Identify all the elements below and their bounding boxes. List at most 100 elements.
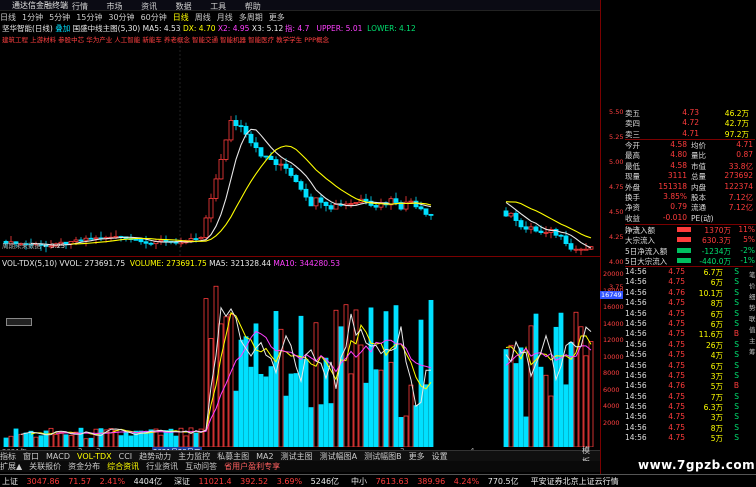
side-tab[interactable]: 细 [749, 291, 756, 302]
main-menu: 行情 市场 资讯 数据 工具 帮助 [72, 1, 277, 12]
side-tab[interactable]: 势 [749, 302, 756, 313]
quote-value: 273692 [724, 171, 753, 181]
status-index-sh[interactable]: 上证 3047.86 71.57 2.41% 4404亿 [2, 476, 168, 487]
tab-settings[interactable]: 设置 [432, 451, 448, 462]
tick-time: 14:56 [625, 339, 647, 349]
tick-volume: 3万 [710, 413, 723, 423]
tick-row: 14:56 4.75 6万 S [625, 277, 753, 287]
tab-vol-tdx[interactable]: VOL-TDX [77, 452, 112, 461]
candle-body [373, 205, 379, 208]
server-name[interactable]: 平安证券北京上证云行情 [531, 476, 619, 487]
side-tab[interactable]: 筹 [749, 346, 756, 357]
candle-body [508, 212, 514, 217]
tick-time: 14:56 [625, 287, 647, 297]
volume-bar [403, 415, 409, 447]
menu-item-tools[interactable]: 工具 [210, 2, 226, 11]
fund-flow-row: 5日净流入额 -1234万 -2% [625, 246, 756, 256]
tick-side: S [734, 350, 739, 360]
kline-chart-panel[interactable]: 坚华智能(日线) 叠加 国盛中线主图(5,30) MA5: 4.53 DX: 4… [0, 22, 600, 257]
tab-macd[interactable]: MACD [46, 452, 70, 461]
candle-body [193, 238, 199, 240]
quote-label: 现量 [625, 172, 640, 182]
volume-bar [373, 369, 379, 447]
volume-bar [18, 433, 24, 447]
tick-price: 4.75 [668, 402, 685, 412]
tab-private-main[interactable]: 私募主图 [217, 451, 249, 462]
tab-cci[interactable]: CCI [119, 452, 133, 461]
tab-ma2[interactable]: MA2 [256, 452, 273, 461]
volume-bar [338, 326, 344, 447]
volume-bar [553, 326, 559, 447]
menu-item-market[interactable]: 市场 [107, 2, 123, 11]
tick-time: 14:56 [625, 350, 647, 360]
tab-related-quote[interactable]: 关联报价 [29, 461, 61, 472]
volume-chart-panel[interactable]: VOL-TDX(5,10) VVOL: 273691.75 VOLUME: 27… [0, 257, 600, 447]
tick-list[interactable]: 14:56 4.75 6.7万 S 14:56 4.75 6万 S 14:56 4.76 10.1万… [625, 266, 753, 444]
candle-body [428, 214, 434, 216]
tick-price: 4.75 [668, 277, 685, 287]
side-tab[interactable]: 价 [749, 280, 756, 291]
quote-row: 现量 3111 总量 273692 [625, 171, 755, 181]
tick-row: 14:56 4.75 6.7万 S [625, 267, 753, 277]
menu-item-quotes[interactable]: 行情 [72, 2, 88, 11]
quote-row: 换手 3.85% 股本 7.12亿 [625, 192, 755, 202]
volume-bar [398, 417, 404, 447]
volume-bar [263, 376, 269, 447]
volume-bar [363, 382, 369, 447]
quote-value: 7.12亿 [728, 203, 753, 213]
ma13-line [70, 145, 592, 245]
tick-volume: 5万 [710, 434, 723, 444]
quote-row: 最高 4.80 量比 0.87 [625, 150, 755, 160]
tab-trend[interactable]: 趋势动力 [139, 451, 171, 462]
tab-vip[interactable]: 省用户盈利专享 [224, 461, 280, 472]
candle-body [218, 159, 224, 180]
quote-label: 最高 [625, 151, 640, 161]
volume-axis-tick: 6000 [603, 385, 620, 394]
tab-more[interactable]: 更多 [409, 451, 425, 462]
quote-label: 量比 [691, 151, 706, 161]
tab-test-a[interactable]: 测试幅图A [320, 451, 357, 462]
menu-item-news[interactable]: 资讯 [141, 2, 157, 11]
status-index-sz[interactable]: 深证 11021.4 392.52 3.69% 5246亿 [174, 476, 345, 487]
side-tabs: 笔价细势联值主筹 [749, 269, 756, 357]
volume-axis-tick: 4000 [603, 402, 620, 410]
tick-side: S [734, 433, 739, 443]
tick-side: S [734, 308, 739, 318]
side-tab[interactable]: 联 [749, 313, 756, 324]
candle-body [363, 198, 369, 202]
volume-bar [558, 312, 564, 447]
tick-volume: 6.3万 [703, 403, 723, 413]
volume-bar [218, 323, 224, 447]
tab-industry-news[interactable]: 行业资讯 [146, 461, 178, 472]
tab-qa[interactable]: 互动问答 [185, 461, 217, 472]
volume-axis-tick: 10000 [603, 352, 624, 361]
menu-item-data[interactable]: 数据 [176, 2, 192, 11]
side-tab[interactable]: 主 [749, 335, 756, 346]
side-tab[interactable]: 值 [749, 324, 756, 335]
side-tab[interactable]: 笔 [749, 269, 756, 280]
volume-bar [268, 366, 274, 447]
menu-item-help[interactable]: 帮助 [245, 2, 261, 11]
tab-test-b[interactable]: 测试幅图B [364, 451, 402, 462]
tab-indicator[interactable]: 指标 [0, 451, 16, 462]
tab-fund-distribution[interactable]: 资金分布 [68, 461, 100, 472]
tick-row: 14:56 4.76 5万 B [625, 381, 753, 391]
info-tab-bar: 扩展▲ 关联报价 资金分布 综合资讯 行业资讯 互动问答 省用户盈利专享 [0, 461, 600, 472]
tab-expand[interactable]: 扩展▲ [0, 461, 22, 472]
flow-value: -1234万 [701, 246, 731, 256]
tab-news[interactable]: 综合资讯 [107, 461, 139, 472]
tab-test-main[interactable]: 测试主图 [281, 451, 313, 462]
tick-price: 4.75 [668, 318, 685, 328]
quote-stats: 今开 4.58 均价 4.71 最高 4.80 量比 0.87 最低 4.58 市值 33.8亿 现量 3… [625, 140, 755, 234]
volume-bar [573, 311, 579, 447]
volume-bar [293, 373, 299, 447]
tab-window[interactable]: 窗口 [23, 451, 39, 462]
tick-time: 14:56 [625, 381, 647, 391]
volume-bar [423, 384, 429, 447]
tick-row: 14:56 4.75 6万 S [625, 361, 753, 371]
tick-side: S [734, 412, 739, 422]
candle-body [208, 198, 214, 219]
candle-body [558, 234, 564, 237]
status-index-sme[interactable]: 中小 7613.63 389.96 4.24% 770.5亿 [351, 476, 525, 487]
tab-main-monitor[interactable]: 主力监控 [178, 451, 210, 462]
